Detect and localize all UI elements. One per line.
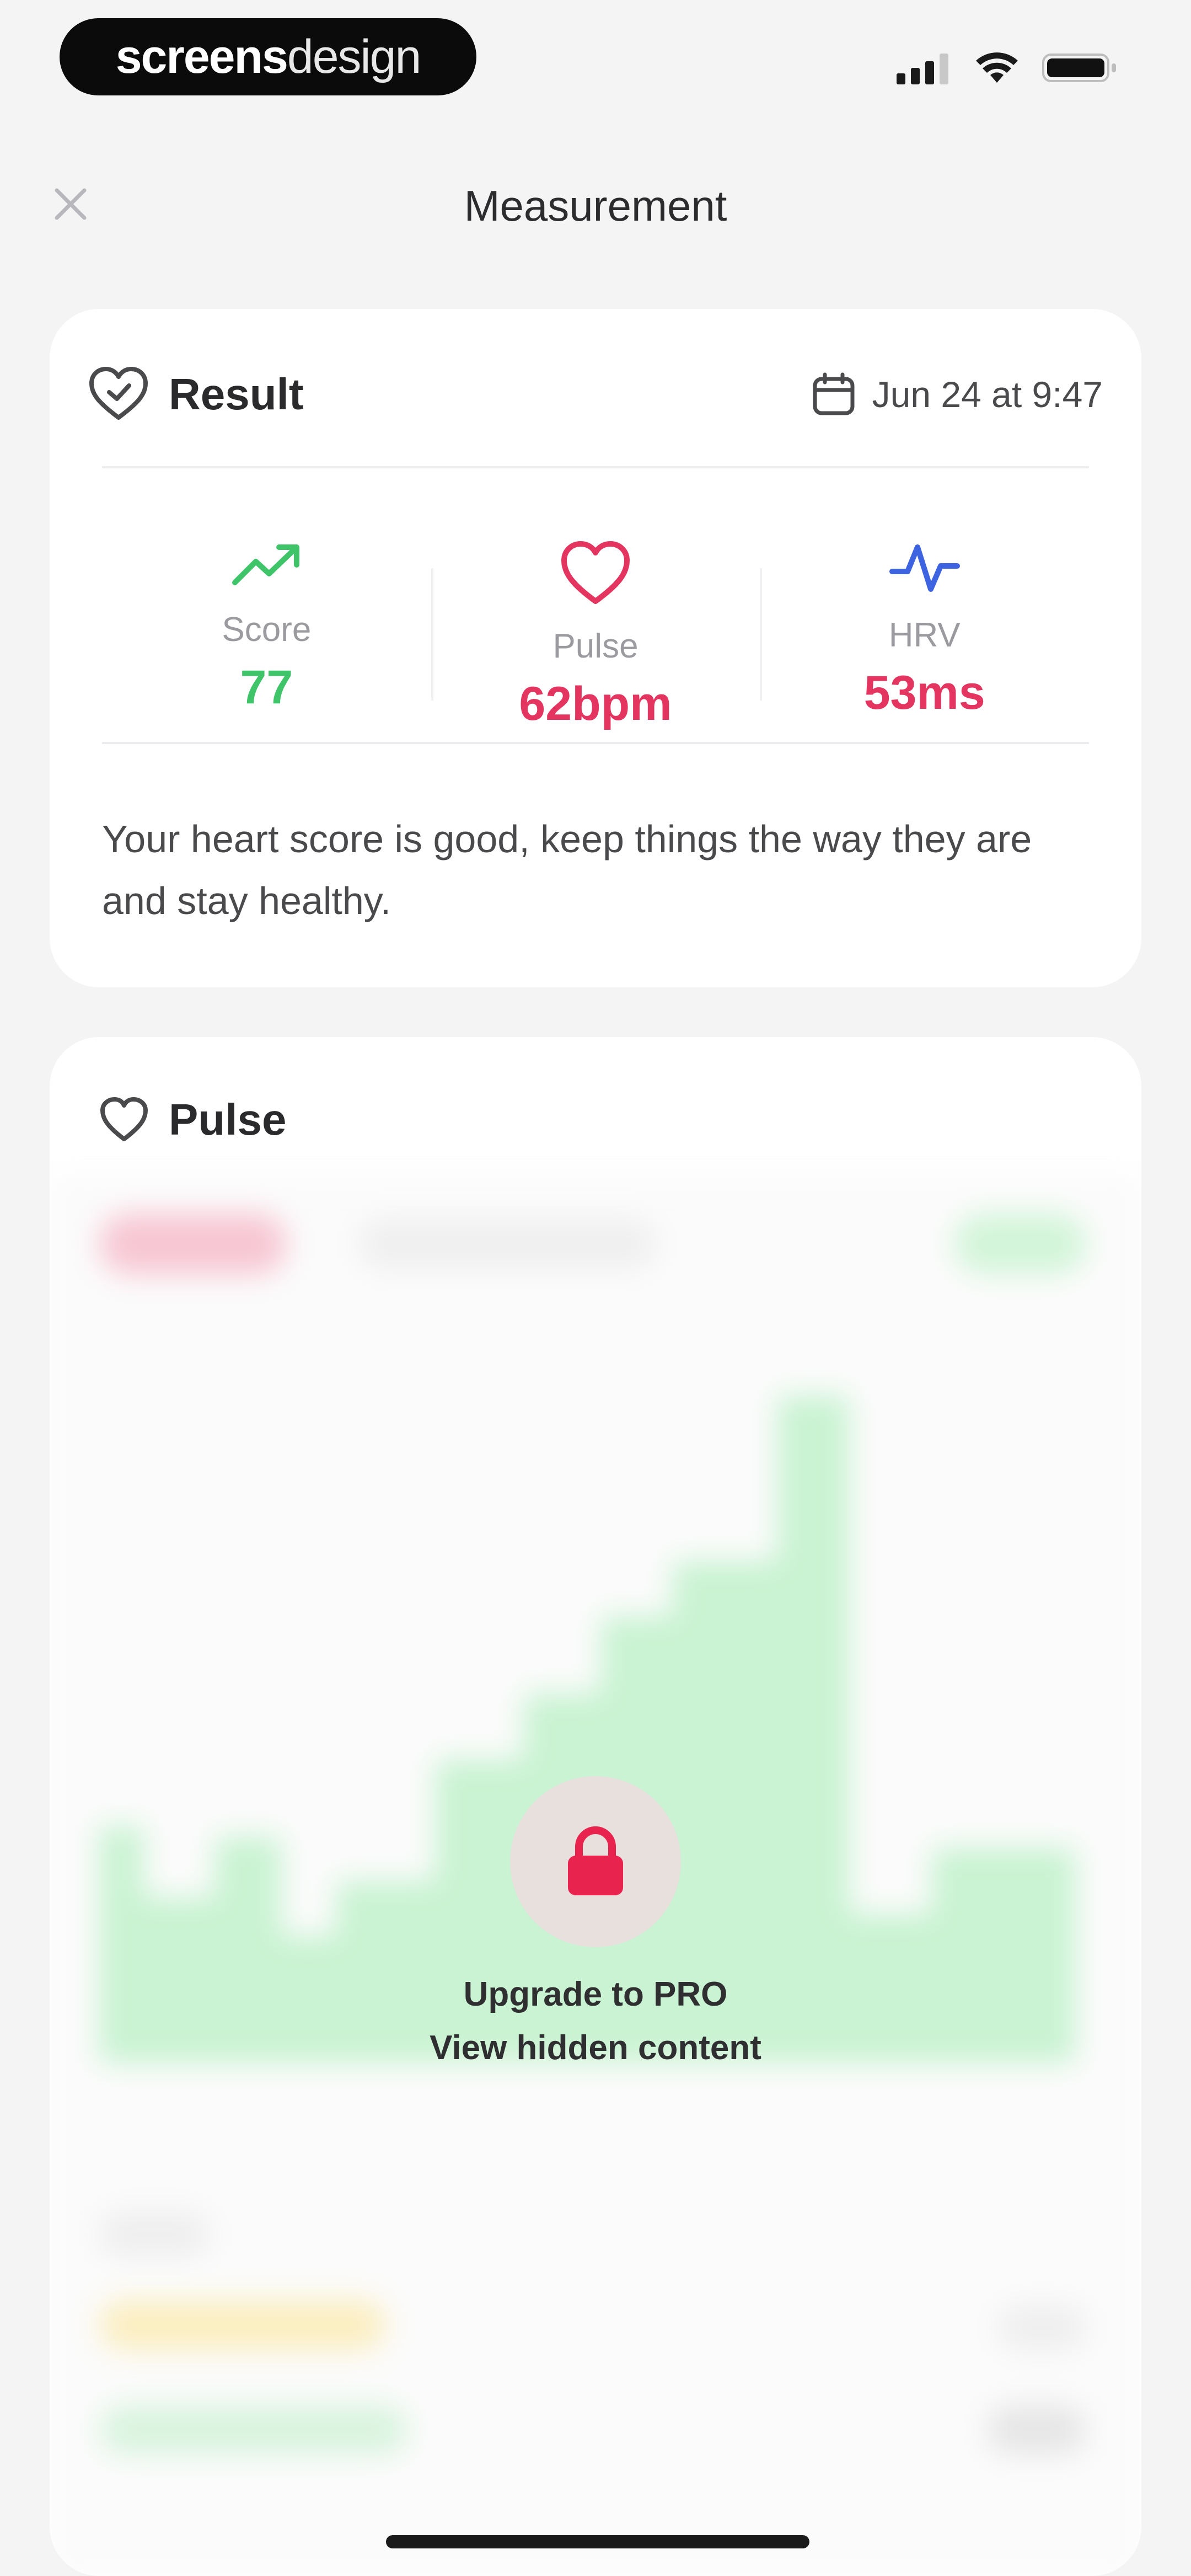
lock-button[interactable] (510, 1776, 681, 1947)
metric-pulse-label: Pulse (552, 627, 639, 665)
metric-pulse-value: 62bpm (519, 677, 672, 730)
blurred-chip-gray (358, 1219, 656, 1269)
result-header: Result Jun 24 at 9:47 (88, 361, 1103, 427)
blurred-row-1-value (998, 2306, 1086, 2350)
trend-up-icon (232, 544, 300, 585)
metric-hrv-value: 53ms (863, 666, 985, 719)
blurred-chart-area (99, 1396, 1075, 2063)
brand-logo-bold: screens (115, 30, 288, 83)
calendar-icon (813, 372, 855, 415)
nav-bar: Measurement (0, 165, 1191, 243)
blurred-row-1 (99, 2300, 386, 2350)
pulse-card: Pulse Upgrade to PRO View hidden content (50, 1037, 1141, 2576)
blurred-row-label (99, 2212, 210, 2256)
status-bar: screens design (0, 0, 1191, 110)
result-description: Your heart score is good, keep things th… (102, 817, 1032, 922)
metric-score-value: 77 (240, 661, 293, 714)
pulse-wave-icon (889, 544, 960, 592)
result-divider-bottom (102, 742, 1089, 744)
pulse-title: Pulse (169, 1095, 287, 1144)
upgrade-overlay[interactable]: Upgrade to PRO View hidden content (50, 1776, 1141, 2067)
heart-check-icon (89, 367, 148, 420)
metric-hrv-label: HRV (888, 616, 961, 654)
lock-icon (568, 1826, 623, 1895)
page-title: Measurement (464, 181, 727, 230)
home-indicator (386, 2535, 809, 2548)
blurred-row-2-value (987, 2405, 1086, 2455)
heart-icon (561, 541, 630, 604)
status-icons (897, 51, 1119, 85)
metric-score-label: Score (222, 611, 312, 649)
metrics-row: Score 77 Pulse 62bpm HRV 53ms (102, 491, 1089, 794)
upgrade-title[interactable]: Upgrade to PRO (464, 1975, 728, 2014)
result-date: Jun 24 at 9:47 (812, 372, 1103, 416)
blurred-row-2 (99, 2405, 408, 2455)
brand-logo-light: design (287, 30, 421, 83)
metric-score: Score 77 (102, 491, 431, 794)
result-card: Result Jun 24 at 9:47 Score 77 Pulse 62b… (50, 309, 1141, 987)
wifi-icon (976, 52, 1018, 83)
battery-icon (1042, 54, 1116, 82)
result-title: Result (169, 370, 304, 419)
signal-icon (897, 54, 948, 84)
pulse-header: Pulse (99, 1081, 1103, 1158)
heart-outline-icon (100, 1097, 148, 1141)
brand-logo: screens design (60, 18, 476, 95)
upgrade-subtitle[interactable]: View hidden content (430, 2028, 761, 2067)
metric-hrv: HRV 53ms (760, 491, 1089, 794)
metric-pulse: Pulse 62bpm (431, 491, 760, 794)
result-date-text: Jun 24 at 9:47 (872, 374, 1103, 415)
result-divider-top (102, 466, 1089, 468)
